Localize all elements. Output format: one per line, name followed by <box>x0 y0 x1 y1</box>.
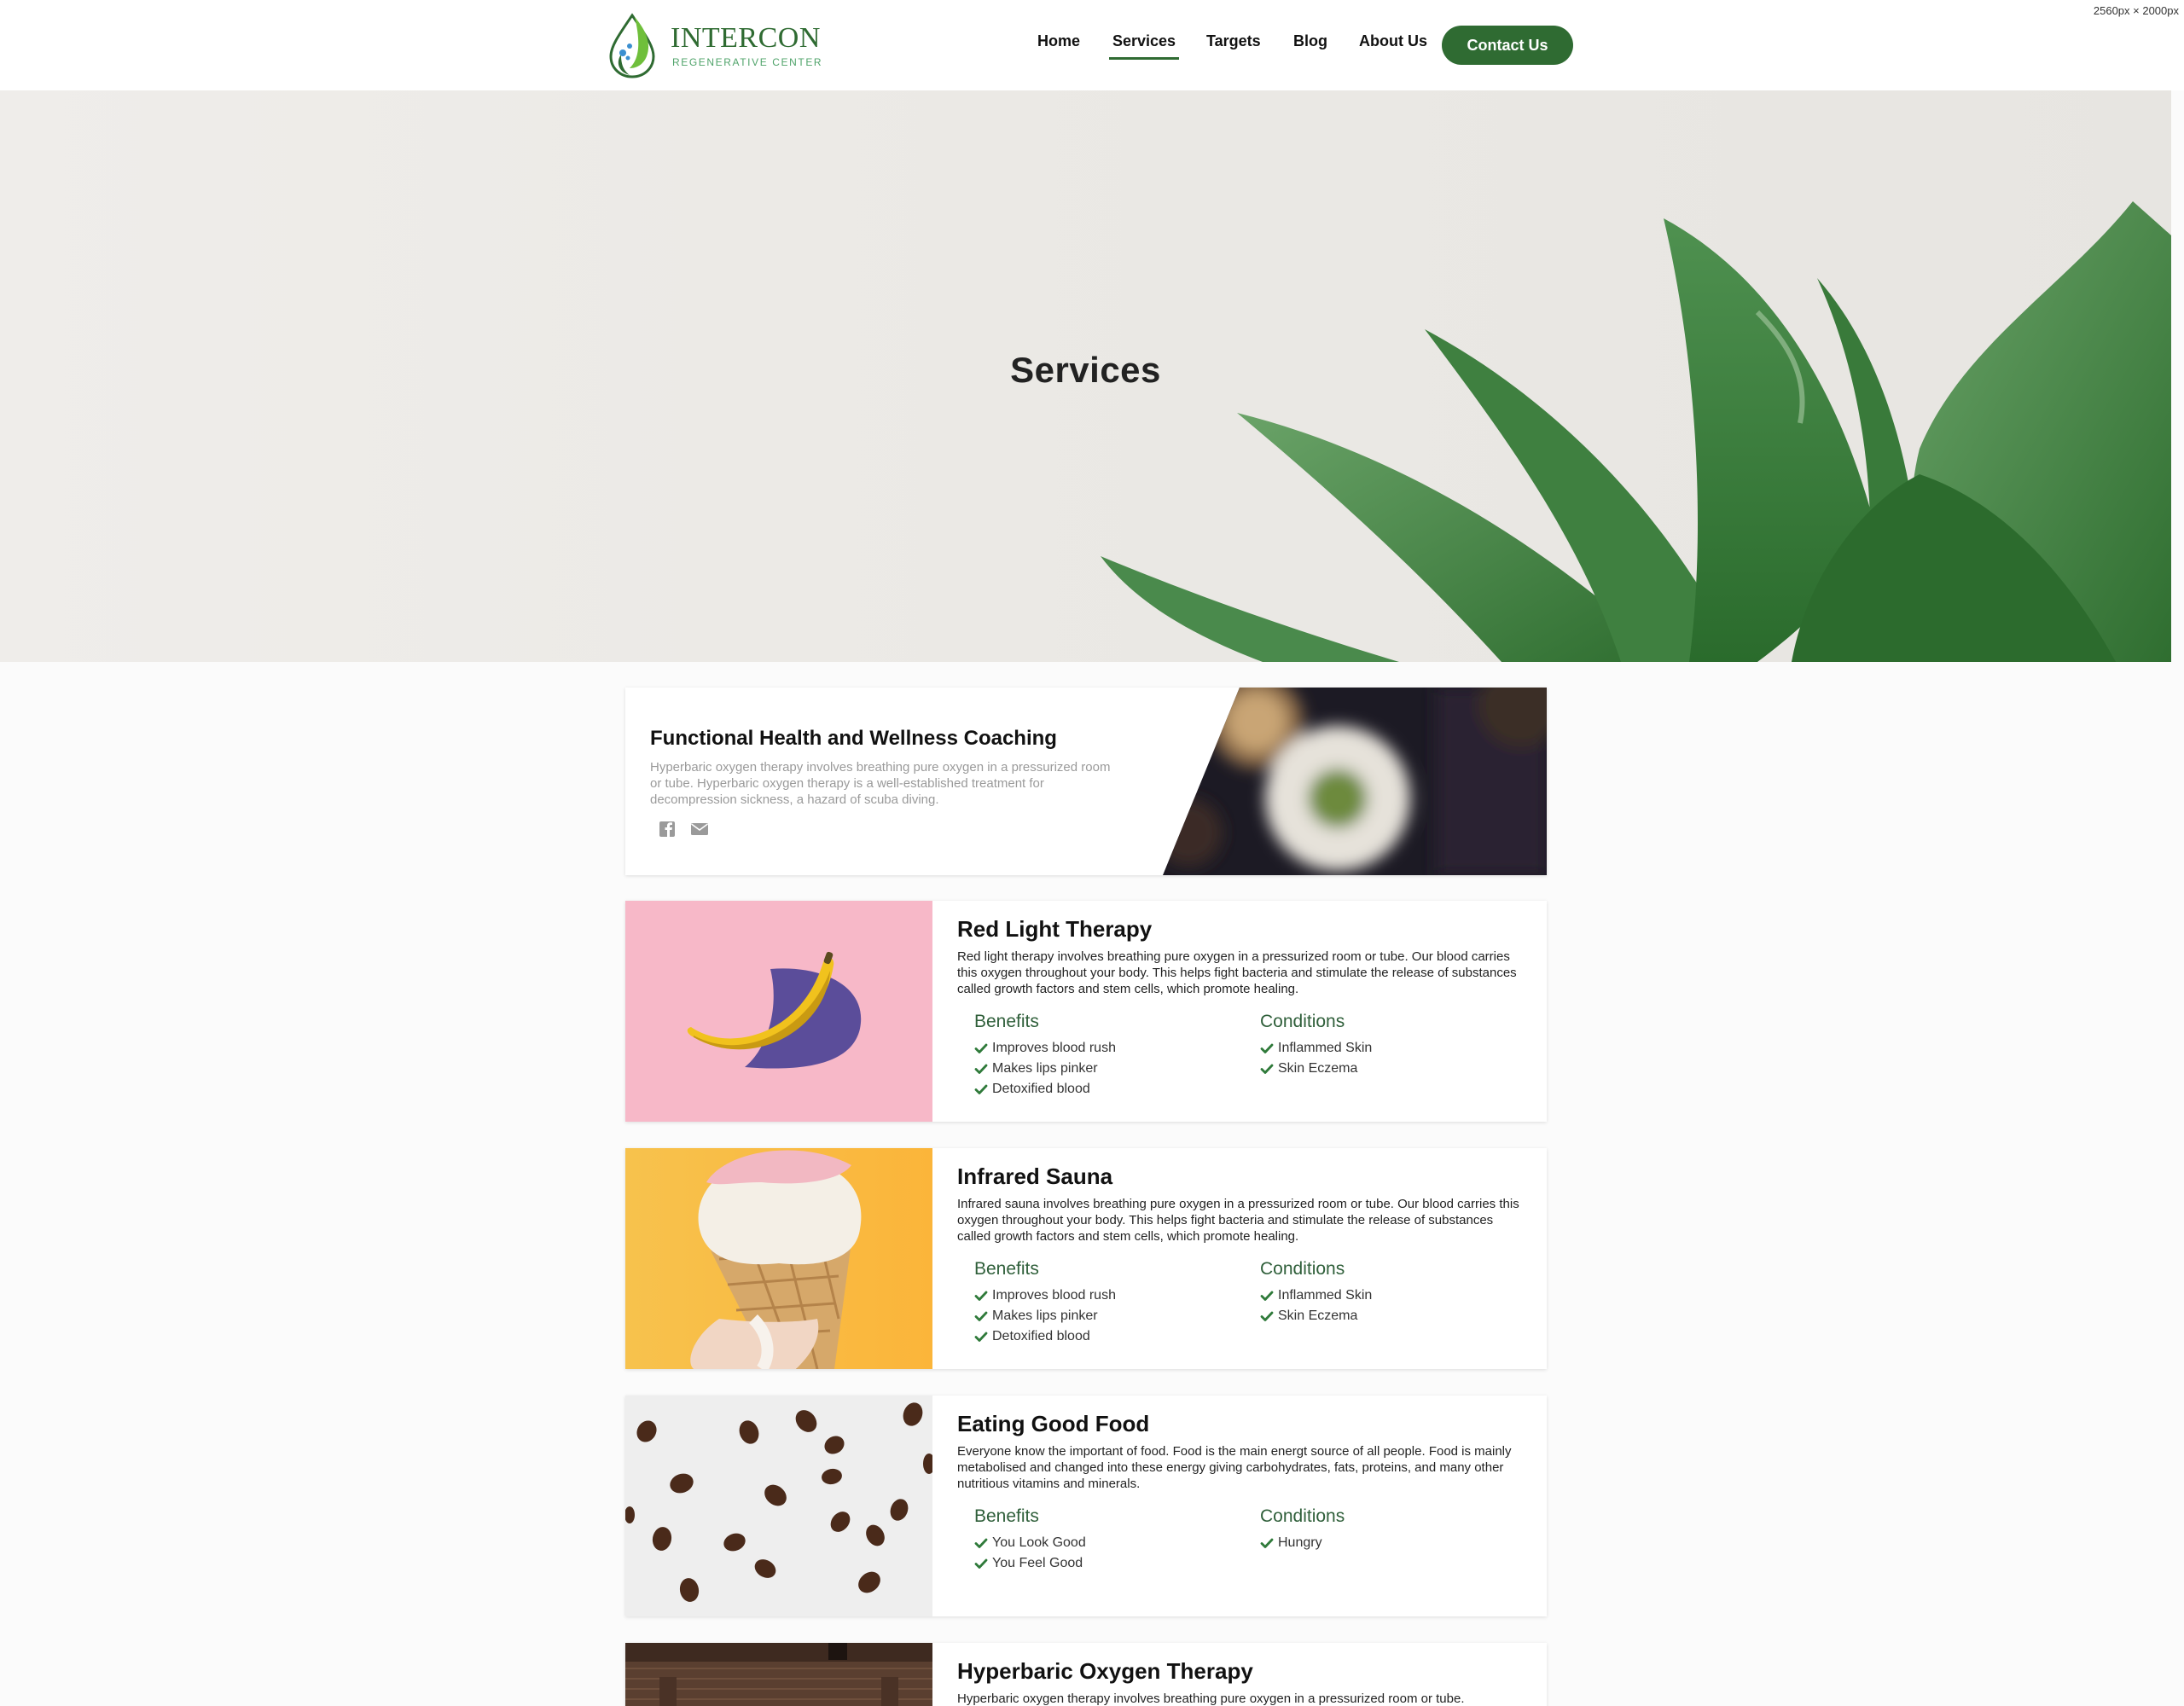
service-title: Infrared Sauna <box>957 1163 1113 1189</box>
checkmark-icon <box>974 1332 988 1342</box>
service-description: Infrared sauna involves breathing pure o… <box>957 1197 1519 1244</box>
condition-item: Inflammed Skin <box>1260 1285 1516 1306</box>
service-card[interactable]: Red Light Therapy Red light therapy invo… <box>625 901 1547 1122</box>
benefits-heading: Benefits <box>974 1012 1039 1031</box>
benefits-column: Benefits You Look Good You Feel Good <box>974 1506 1230 1574</box>
benefits-column: Benefits Improves blood rush Makes lips … <box>974 1259 1230 1347</box>
conditions-column: Conditions Inflammed Skin Skin Eczema <box>1260 1012 1516 1079</box>
conditions-column: Conditions Hungry <box>1260 1506 1516 1553</box>
service-description: Hyperbaric oxygen therapy involves breat… <box>957 1691 1465 1706</box>
featured-service-title: Functional Health and Wellness Coaching <box>650 727 1057 750</box>
benefits-heading: Benefits <box>974 1506 1039 1526</box>
service-description: Everyone know the important of food. Foo… <box>957 1444 1512 1491</box>
service-body: Infrared Sauna Infrared sauna involves b… <box>957 1162 1525 1245</box>
service-image <box>625 901 932 1122</box>
checkmark-icon <box>974 1043 988 1053</box>
checkmark-icon <box>1260 1311 1274 1321</box>
checkmark-icon <box>1260 1043 1274 1053</box>
service-body: Hyperbaric Oxygen Therapy Hyperbaric oxy… <box>957 1657 1525 1706</box>
share-icons <box>658 821 717 839</box>
benefit-item: Improves blood rush <box>974 1038 1230 1059</box>
checkmark-icon <box>1260 1291 1274 1301</box>
service-card[interactable]: Infrared Sauna Infrared sauna involves b… <box>625 1148 1547 1369</box>
checkmark-icon <box>974 1084 988 1094</box>
brand-name: INTERCON <box>671 22 821 54</box>
coffee-beans-image <box>625 1396 932 1616</box>
condition-item: Skin Eczema <box>1260 1059 1516 1079</box>
conditions-heading: Conditions <box>1260 1506 1345 1526</box>
benefits-column: Benefits Improves blood rush Makes lips … <box>974 1012 1230 1100</box>
condition-item: Hungry <box>1260 1533 1516 1553</box>
service-image <box>625 1148 932 1369</box>
brand-logo[interactable]: INTERCON REGENERATIVE CENTER <box>604 12 822 78</box>
service-title: Red Light Therapy <box>957 916 1153 942</box>
benefit-item: You Feel Good <box>974 1553 1230 1574</box>
benefit-item: Makes lips pinker <box>974 1059 1230 1079</box>
condition-item: Inflammed Skin <box>1260 1038 1516 1059</box>
service-image <box>625 1396 932 1616</box>
checkmark-icon <box>974 1538 988 1548</box>
nav-blog[interactable]: Blog <box>1293 32 1327 50</box>
benefit-item: Detoxified blood <box>974 1326 1230 1347</box>
service-card[interactable]: Eating Good Food Everyone know the impor… <box>625 1396 1547 1616</box>
nav-home[interactable]: Home <box>1037 32 1080 50</box>
service-card[interactable]: Hyperbaric Oxygen Therapy Hyperbaric oxy… <box>625 1643 1547 1706</box>
service-image <box>625 1643 932 1706</box>
benefit-item: Detoxified blood <box>974 1079 1230 1100</box>
featured-service-description: Hyperbaric oxygen therapy involves breat… <box>650 760 1111 807</box>
nav-targets[interactable]: Targets <box>1206 32 1261 50</box>
facebook-icon[interactable] <box>658 821 677 838</box>
checkmark-icon <box>974 1311 988 1321</box>
checkmark-icon <box>1260 1538 1274 1548</box>
hero-banner: Services <box>0 90 2171 662</box>
mail-icon[interactable] <box>690 821 709 838</box>
service-card-featured[interactable]: Functional Health and Wellness Coaching … <box>625 688 1547 875</box>
viewport-size-label: 2560px × 2000px <box>2093 4 2179 17</box>
site-header: INTERCON REGENERATIVE CENTER Home Servic… <box>0 0 2184 90</box>
benefits-heading: Benefits <box>974 1259 1039 1279</box>
checkmark-icon <box>974 1558 988 1569</box>
page-title: Services <box>1010 350 1161 390</box>
leaf-drop-logo-icon <box>609 13 655 78</box>
service-body: Red Light Therapy Red light therapy invo… <box>957 914 1525 997</box>
ice-cream-image <box>625 1148 932 1369</box>
service-title: Eating Good Food <box>957 1411 1150 1436</box>
banana-image <box>625 901 932 1122</box>
contact-us-button[interactable]: Contact Us <box>1442 26 1573 65</box>
service-description: Red light therapy involves breathing pur… <box>957 949 1517 996</box>
conditions-heading: Conditions <box>1260 1012 1345 1031</box>
checkmark-icon <box>1260 1064 1274 1074</box>
service-details: Benefits You Look Good You Feel Good Con… <box>974 1506 1520 1609</box>
benefit-item: Improves blood rush <box>974 1285 1230 1306</box>
benefit-item: You Look Good <box>974 1533 1230 1553</box>
condition-item: Skin Eczema <box>1260 1306 1516 1326</box>
sauna-room-image <box>625 1643 932 1706</box>
nav-about-us[interactable]: About Us <box>1359 32 1427 50</box>
service-details: Benefits Improves blood rush Makes lips … <box>974 1259 1520 1361</box>
conditions-heading: Conditions <box>1260 1259 1345 1279</box>
nav-services[interactable]: Services <box>1108 32 1180 60</box>
checkmark-icon <box>974 1064 988 1074</box>
service-body: Eating Good Food Everyone know the impor… <box>957 1409 1525 1492</box>
checkmark-icon <box>974 1291 988 1301</box>
brand-tagline: REGENERATIVE CENTER <box>672 56 823 68</box>
conditions-column: Conditions Inflammed Skin Skin Eczema <box>1260 1259 1516 1326</box>
service-title: Hyperbaric Oxygen Therapy <box>957 1658 1253 1684</box>
service-details: Benefits Improves blood rush Makes lips … <box>974 1012 1520 1114</box>
blurred-food-image <box>1163 688 1547 875</box>
benefit-item: Makes lips pinker <box>974 1306 1230 1326</box>
